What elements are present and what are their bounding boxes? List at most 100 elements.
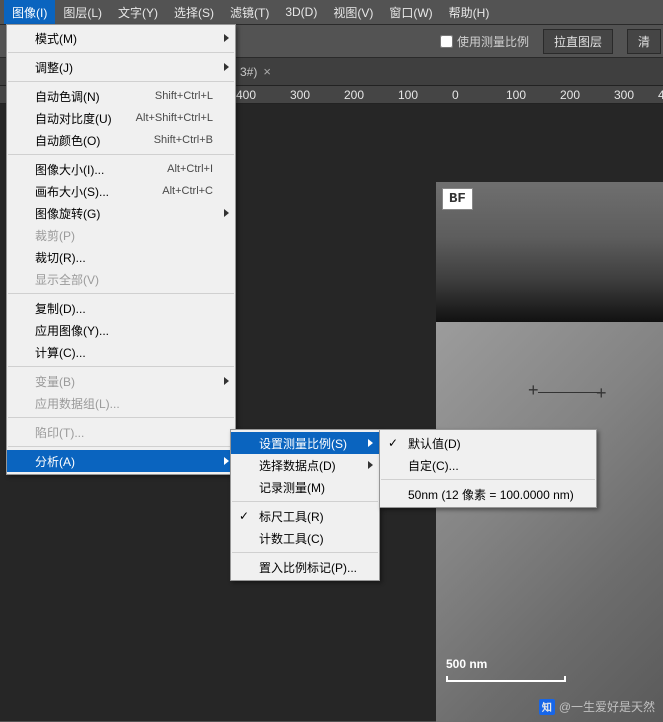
menu-item: 变量(B) bbox=[7, 370, 235, 392]
menu-item[interactable]: 应用图像(Y)... bbox=[7, 319, 235, 341]
ruler-tick: 300 bbox=[290, 88, 310, 102]
measure-line[interactable] bbox=[538, 392, 600, 393]
menu-item-label: 裁切(R)... bbox=[35, 249, 86, 266]
submenu-arrow-icon bbox=[224, 34, 229, 42]
menu-item-label: 模式(M) bbox=[35, 30, 77, 47]
menu-item[interactable]: 图像旋转(G) bbox=[7, 202, 235, 224]
menu-item-label: 裁剪(P) bbox=[35, 227, 75, 244]
menu-item-label: 分析(A) bbox=[35, 453, 75, 470]
ruler-tick: 200 bbox=[560, 88, 580, 102]
menubar-item[interactable]: 视图(V) bbox=[325, 0, 381, 24]
menu-item[interactable]: 记录测量(M) bbox=[231, 476, 379, 498]
submenu-set-scale[interactable]: ✓ 默认值(D) 自定(C)... 50nm (12 像素 = 100.0000 nm… bbox=[379, 429, 597, 508]
menu-item-label: 置入比例标记(P)... bbox=[259, 559, 357, 576]
menu-item[interactable]: ✓ 默认值(D) bbox=[380, 432, 596, 454]
menu-item[interactable]: 复制(D)... bbox=[7, 297, 235, 319]
document-tab[interactable]: 3#) × bbox=[230, 64, 281, 79]
menu-item: 陷印(T)... bbox=[7, 421, 235, 443]
menu-item[interactable]: 计算(C)... bbox=[7, 341, 235, 363]
menu-item-label: 自动颜色(O) bbox=[35, 132, 100, 149]
menu-item-label: 调整(J) bbox=[35, 59, 73, 76]
menu-shortcut: Shift+Ctrl+L bbox=[131, 90, 213, 102]
menu-item-label: 图像旋转(G) bbox=[35, 205, 100, 222]
submenu-arrow-icon bbox=[224, 209, 229, 217]
menu-item[interactable]: 图像大小(I)... Alt+Ctrl+I bbox=[7, 158, 235, 180]
watermark: 知 @一生爱好是天然 bbox=[539, 698, 655, 715]
menu-item[interactable]: 分析(A) bbox=[7, 450, 235, 472]
menu-item: 显示全部(V) bbox=[7, 268, 235, 290]
menubar-item[interactable]: 窗口(W) bbox=[381, 0, 440, 24]
menu-item-label: 计算(C)... bbox=[35, 344, 86, 361]
menu-shortcut: Alt+Shift+Ctrl+L bbox=[112, 112, 213, 124]
menu-item-label: 变量(B) bbox=[35, 373, 75, 390]
menu-shortcut: Alt+Ctrl+C bbox=[138, 185, 213, 197]
menu-item[interactable]: 计数工具(C) bbox=[231, 527, 379, 549]
ruler-tick: 400 bbox=[658, 88, 663, 102]
zhihu-icon: 知 bbox=[539, 699, 555, 715]
submenu-analysis[interactable]: 设置测量比例(S) 选择数据点(D) 记录测量(M) ✓ 标尺工具(R) 计数工具(C) 置… bbox=[230, 429, 380, 581]
menu-item-label: 设置测量比例(S) bbox=[259, 435, 347, 452]
menu-item-label: 陷印(T)... bbox=[35, 424, 84, 441]
menu-item[interactable]: 调整(J) bbox=[7, 56, 235, 78]
menu-item-label: 应用数据组(L)... bbox=[35, 395, 120, 412]
menu-shortcut: Alt+Ctrl+I bbox=[143, 163, 213, 175]
check-icon: ✓ bbox=[239, 509, 249, 523]
menu-item[interactable]: 置入比例标记(P)... bbox=[231, 556, 379, 578]
menu-item-label: 计数工具(C) bbox=[259, 530, 324, 547]
menubar-item[interactable]: 选择(S) bbox=[166, 0, 222, 24]
menu-item-label: 50nm (12 像素 = 100.0000 nm) bbox=[408, 486, 574, 503]
menubar-item[interactable]: 图像(I) bbox=[4, 0, 55, 24]
submenu-arrow-icon bbox=[368, 439, 373, 447]
menu-item-label: 应用图像(Y)... bbox=[35, 322, 109, 339]
menu-item[interactable]: 画布大小(S)... Alt+Ctrl+C bbox=[7, 180, 235, 202]
menu-item[interactable]: 50nm (12 像素 = 100.0000 nm) bbox=[380, 483, 596, 505]
tab-label: 3#) bbox=[240, 65, 257, 79]
menu-item-label: 自定(C)... bbox=[408, 457, 459, 474]
menu-image[interactable]: 模式(M)调整(J)自动色调(N)Shift+Ctrl+L自动对比度(U)Alt… bbox=[6, 24, 236, 475]
menu-item[interactable]: 自动色调(N) Shift+Ctrl+L bbox=[7, 85, 235, 107]
menu-item[interactable]: 设置测量比例(S) bbox=[231, 432, 379, 454]
menu-item: 裁剪(P) bbox=[7, 224, 235, 246]
ruler-tick: 100 bbox=[398, 88, 418, 102]
menubar: 图像(I)图层(L)文字(Y)选择(S)滤镜(T)3D(D)视图(V)窗口(W)… bbox=[0, 0, 663, 24]
close-icon[interactable]: × bbox=[263, 64, 271, 79]
ruler-tick: 200 bbox=[344, 88, 364, 102]
menubar-item[interactable]: 图层(L) bbox=[55, 0, 110, 24]
submenu-arrow-icon bbox=[224, 457, 229, 465]
check-icon: ✓ bbox=[388, 436, 398, 450]
menu-item-label: 图像大小(I)... bbox=[35, 161, 104, 178]
ruler-tick: 300 bbox=[614, 88, 634, 102]
menu-item-label: 选择数据点(D) bbox=[259, 457, 336, 474]
menu-item-label: 标尺工具(R) bbox=[259, 508, 324, 525]
menu-item-label: 画布大小(S)... bbox=[35, 183, 109, 200]
use-scale-checkbox[interactable]: 使用测量比例 bbox=[440, 33, 529, 50]
ruler-tick: 0 bbox=[452, 88, 459, 102]
menu-shortcut: Shift+Ctrl+B bbox=[130, 134, 213, 146]
menu-item-label: 显示全部(V) bbox=[35, 271, 99, 288]
scale-bar: 500 nm bbox=[446, 651, 566, 682]
menu-item-label: 默认值(D) bbox=[408, 435, 461, 452]
menu-item-label: 自动色调(N) bbox=[35, 88, 100, 105]
menubar-item[interactable]: 文字(Y) bbox=[110, 0, 166, 24]
straighten-button[interactable]: 拉直图层 bbox=[543, 29, 613, 54]
menu-item-label: 复制(D)... bbox=[35, 300, 86, 317]
clear-button[interactable]: 清 bbox=[627, 29, 661, 54]
menu-item-label: 记录测量(M) bbox=[259, 479, 325, 496]
menu-item[interactable]: 自定(C)... bbox=[380, 454, 596, 476]
menu-item[interactable]: 自动对比度(U)Alt+Shift+Ctrl+L bbox=[7, 107, 235, 129]
menu-item[interactable]: 模式(M) bbox=[7, 27, 235, 49]
submenu-arrow-icon bbox=[224, 63, 229, 71]
menu-item: 应用数据组(L)... bbox=[7, 392, 235, 414]
bf-badge: BF bbox=[442, 188, 473, 210]
submenu-arrow-icon bbox=[224, 377, 229, 385]
menubar-item[interactable]: 滤镜(T) bbox=[222, 0, 277, 24]
ruler-tick: 100 bbox=[506, 88, 526, 102]
menu-item[interactable]: ✓ 标尺工具(R) bbox=[231, 505, 379, 527]
menubar-item[interactable]: 3D(D) bbox=[277, 0, 325, 24]
menubar-item[interactable]: 帮助(H) bbox=[441, 0, 498, 24]
menu-item[interactable]: 自动颜色(O) Shift+Ctrl+B bbox=[7, 129, 235, 151]
ruler-tick: 400 bbox=[236, 88, 256, 102]
menu-item-label: 自动对比度(U) bbox=[35, 110, 112, 127]
menu-item[interactable]: 选择数据点(D) bbox=[231, 454, 379, 476]
menu-item[interactable]: 裁切(R)... bbox=[7, 246, 235, 268]
